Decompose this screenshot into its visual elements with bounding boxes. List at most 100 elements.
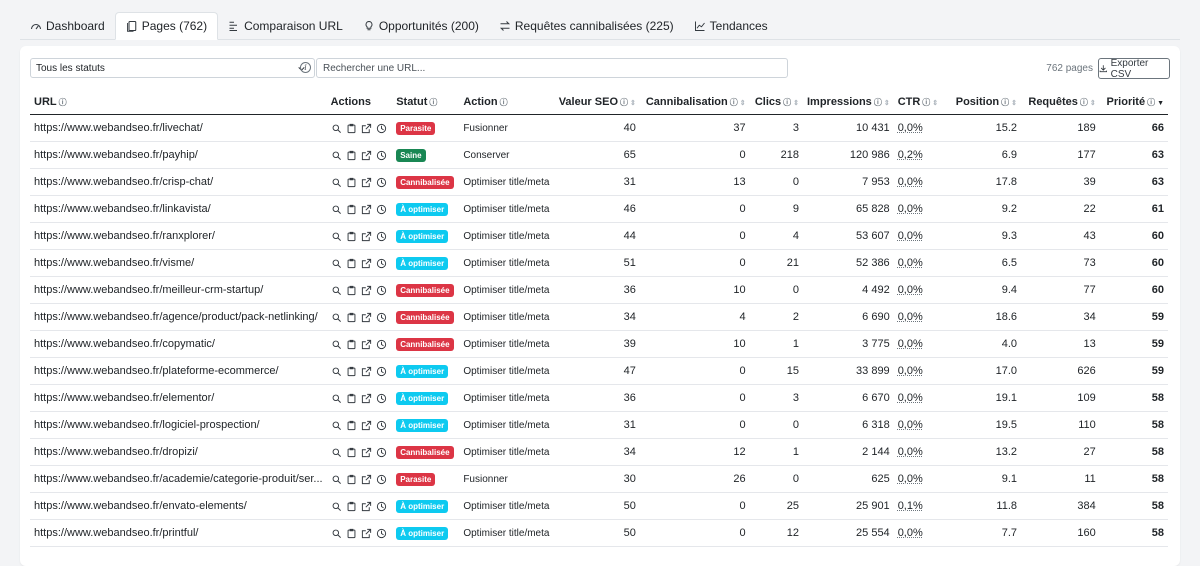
clipboard-icon[interactable] [346,366,357,377]
search-icon[interactable] [331,177,342,188]
external-link-icon[interactable] [361,420,372,431]
external-link-icon[interactable] [361,339,372,350]
external-link-icon[interactable] [361,177,372,188]
search-icon[interactable] [331,474,342,485]
external-link-icon[interactable] [361,366,372,377]
history-icon[interactable] [376,528,387,539]
search-icon[interactable] [331,231,342,242]
search-icon[interactable] [331,258,342,269]
clipboard-icon[interactable] [346,177,357,188]
tab-label: Pages (762) [141,19,208,33]
search-icon[interactable] [331,312,342,323]
table-row: https://www.webandseo.fr/ranxplorer/À op… [30,222,1168,250]
search-icon[interactable] [331,528,342,539]
col-requetes[interactable]: Requêtes ⓘ ⇕ [1021,89,1100,115]
history-icon[interactable] [376,447,387,458]
history-icon[interactable] [376,474,387,485]
search-icon[interactable] [331,123,342,134]
tab-opportunites[interactable]: Opportunités (200) [353,12,489,39]
search-icon[interactable] [331,285,342,296]
external-link-icon[interactable] [361,501,372,512]
clipboard-icon[interactable] [346,447,357,458]
search-icon[interactable] [331,366,342,377]
external-link-icon[interactable] [361,393,372,404]
search-icon[interactable] [331,204,342,215]
history-icon[interactable] [376,204,387,215]
search-icon[interactable] [331,393,342,404]
search-icon[interactable] [331,501,342,512]
history-icon[interactable] [376,366,387,377]
col-impressions[interactable]: Impressions ⓘ ⇕ [803,89,894,115]
cell-statut: À optimiser [392,357,460,385]
cell-statut: À optimiser [392,249,460,277]
external-link-icon[interactable] [361,204,372,215]
search-icon[interactable] [331,339,342,350]
col-clics[interactable]: Clics ⓘ ⇕ [749,89,803,115]
tab-requetes[interactable]: Requêtes cannibalisées (225) [489,12,684,39]
tab-pages[interactable]: Pages (762) [114,12,219,40]
col-statut[interactable]: Statut ⓘ [392,89,460,115]
external-link-icon[interactable] [361,285,372,296]
cell-url: https://www.webandseo.fr/crisp-chat/ [30,168,327,196]
external-link-icon[interactable] [361,447,372,458]
external-link-icon[interactable] [361,312,372,323]
search-icon[interactable] [331,447,342,458]
status-select[interactable]: Tous les statuts [30,58,315,78]
clipboard-icon[interactable] [346,474,357,485]
export-csv-button[interactable]: Exporter CSV [1098,58,1170,80]
cell-actions [326,519,393,547]
search-icon[interactable] [331,420,342,431]
clipboard-icon[interactable] [346,501,357,512]
clipboard-icon[interactable] [346,231,357,242]
clipboard-icon[interactable] [346,258,357,269]
external-link-icon[interactable] [361,231,372,242]
history-icon[interactable] [376,285,387,296]
history-icon[interactable] [376,150,387,161]
clipboard-icon[interactable] [346,150,357,161]
history-icon[interactable] [376,177,387,188]
cell-actions [326,411,393,439]
col-valeur-seo[interactable]: Valeur SEO ⓘ ⇕ [554,89,640,115]
history-icon[interactable] [376,501,387,512]
external-link-icon[interactable] [361,123,372,134]
clipboard-icon[interactable] [346,339,357,350]
col-cannibalisation[interactable]: Cannibalisation ⓘ ⇕ [639,89,750,115]
cell-priorite: 58 [1099,411,1168,439]
clipboard-icon[interactable] [346,528,357,539]
search-icon[interactable] [331,150,342,161]
cell-statut: À optimiser [392,519,460,547]
table-row: https://www.webandseo.fr/agence/product/… [30,303,1168,331]
clipboard-icon[interactable] [346,420,357,431]
clipboard-icon[interactable] [346,123,357,134]
search-input[interactable] [316,58,788,78]
history-icon[interactable] [376,339,387,350]
history-icon[interactable] [376,123,387,134]
tab-tendances[interactable]: Tendances [684,12,778,39]
external-link-icon[interactable] [361,150,372,161]
info-icon[interactable]: i [300,62,311,73]
col-priorite[interactable]: Priorité ⓘ ▼ [1099,89,1168,115]
col-action[interactable]: Action ⓘ [459,89,555,115]
clipboard-icon[interactable] [346,285,357,296]
history-icon[interactable] [376,393,387,404]
clipboard-icon[interactable] [346,312,357,323]
cell-valeur-seo: 50 [554,492,640,520]
cell-valeur-seo: 47 [554,357,640,385]
col-url[interactable]: URL ⓘ [30,89,327,115]
history-icon[interactable] [376,231,387,242]
external-link-icon[interactable] [361,528,372,539]
col-position[interactable]: Position ⓘ ⇕ [946,89,1022,115]
history-icon[interactable] [376,258,387,269]
cell-clics: 1 [749,438,803,466]
external-link-icon[interactable] [361,474,372,485]
clipboard-icon[interactable] [346,204,357,215]
external-link-icon[interactable] [361,258,372,269]
cell-clics: 0 [749,276,803,304]
tab-comparaison[interactable]: Comparaison URL [218,12,353,39]
history-icon[interactable] [376,420,387,431]
col-ctr[interactable]: CTR ⓘ ⇕ [893,89,947,115]
tab-dashboard[interactable]: Dashboard [20,12,115,39]
cell-url: https://www.webandseo.fr/ranxplorer/ [30,222,327,250]
clipboard-icon[interactable] [346,393,357,404]
history-icon[interactable] [376,312,387,323]
